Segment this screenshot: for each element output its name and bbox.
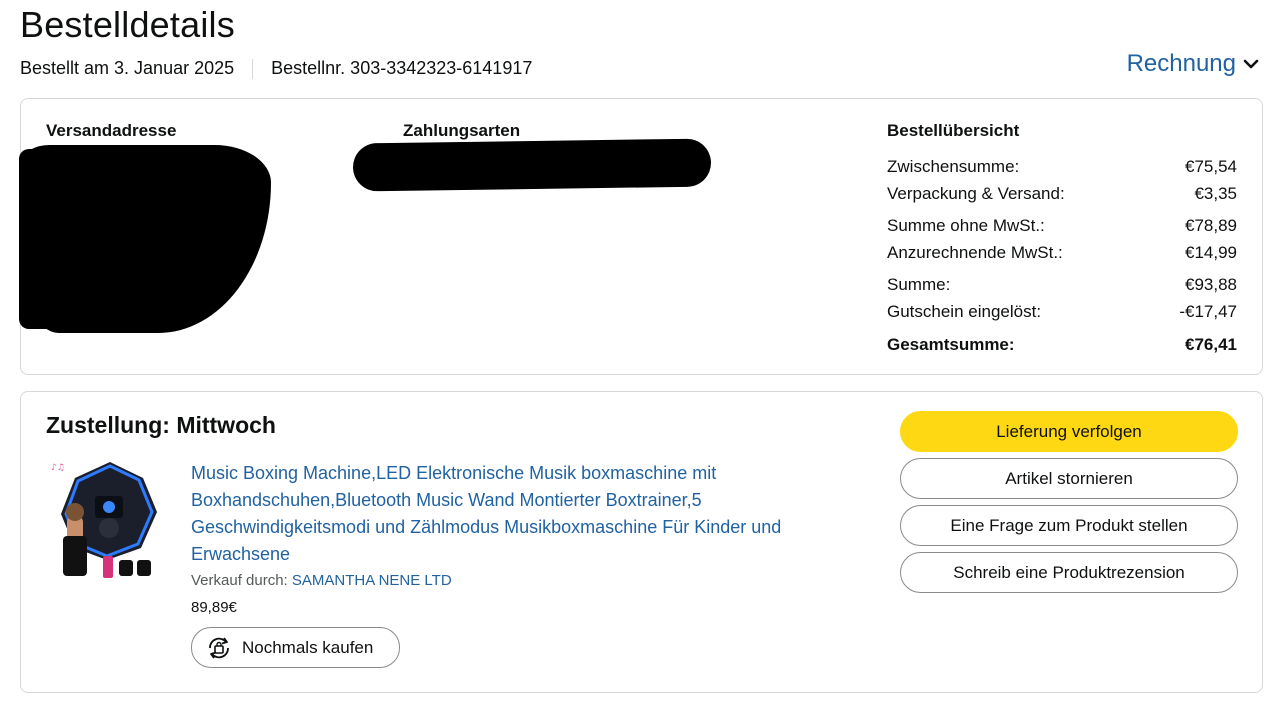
buy-again-button[interactable]: Nochmals kaufen bbox=[191, 627, 400, 668]
shipping-address-heading: Versandadresse bbox=[46, 121, 177, 140]
summary-row-shipping: Verpackung & Versand: €3,35 bbox=[887, 180, 1237, 207]
chevron-down-icon bbox=[1243, 59, 1259, 69]
summary-label: Gutschein eingelöst: bbox=[887, 301, 1042, 321]
track-package-button[interactable]: Lieferung verfolgen bbox=[900, 411, 1238, 452]
summary-label: Summe: bbox=[887, 274, 951, 294]
redacted-payment bbox=[352, 138, 712, 192]
summary-row-vat: Anzurechnende MwSt.: €14,99 bbox=[887, 239, 1237, 266]
summary-label: Verpackung & Versand: bbox=[887, 183, 1065, 203]
ask-question-button[interactable]: Eine Frage zum Produkt stellen bbox=[900, 505, 1238, 546]
invoice-label: Rechnung bbox=[1126, 50, 1236, 77]
write-review-button[interactable]: Schreib eine Produktrezension bbox=[900, 552, 1238, 593]
order-summary-heading: Bestellübersicht bbox=[887, 121, 1020, 140]
product-title-link[interactable]: Music Boxing Machine,LED Elektronische M… bbox=[191, 460, 841, 568]
summary-row-sum: Summe: €93,88 bbox=[887, 271, 1237, 298]
product-image[interactable]: ♪♫ bbox=[45, 456, 175, 586]
page-title: Bestelldetails bbox=[20, 4, 235, 45]
delivery-box: Zustellung: Mittwoch ♪♫ Music Boxing Mac… bbox=[20, 391, 1263, 693]
redacted-address-part bbox=[19, 149, 89, 329]
seller-prefix: Verkauf durch: bbox=[191, 572, 288, 589]
summary-row-total: Gesamtsumme: €76,41 bbox=[887, 331, 1237, 358]
product-price: 89,89€ bbox=[191, 599, 237, 616]
summary-row-net: Summe ohne MwSt.: €78,89 bbox=[887, 212, 1237, 239]
delivery-title: Zustellung: Mittwoch bbox=[46, 412, 276, 438]
meta-divider bbox=[252, 58, 254, 79]
order-meta: Bestellt am 3. Januar 2025 Bestellnr. 30… bbox=[20, 58, 532, 79]
summary-value: €3,35 bbox=[1194, 183, 1237, 203]
summary-row-subtotal: Zwischensumme: €75,54 bbox=[887, 153, 1237, 180]
delivery-actions: Lieferung verfolgen Artikel stornieren E… bbox=[900, 411, 1238, 599]
summary-value: €14,99 bbox=[1185, 242, 1237, 262]
order-date: Bestellt am 3. Januar 2025 bbox=[20, 58, 235, 78]
summary-value: €93,88 bbox=[1185, 274, 1237, 294]
summary-label: Summe ohne MwSt.: bbox=[887, 215, 1045, 235]
summary-row-voucher: Gutschein eingelöst: -€17,47 bbox=[887, 298, 1237, 325]
order-number: Bestellnr. 303-3342323-6141917 bbox=[271, 58, 533, 78]
summary-value: €75,54 bbox=[1185, 156, 1237, 176]
cancel-item-button[interactable]: Artikel stornieren bbox=[900, 458, 1238, 499]
summary-label: Anzurechnende MwSt.: bbox=[887, 242, 1063, 262]
summary-total-value: €76,41 bbox=[1185, 334, 1237, 354]
svg-text:♪♫: ♪♫ bbox=[51, 463, 65, 473]
buy-again-label: Nochmals kaufen bbox=[242, 637, 374, 657]
seller-link[interactable]: SAMANTHA NENE LTD bbox=[292, 572, 452, 589]
summary-value: €78,89 bbox=[1185, 215, 1237, 235]
seller-line: Verkauf durch: SAMANTHA NENE LTD bbox=[191, 572, 452, 589]
summary-value: -€17,47 bbox=[1179, 301, 1237, 321]
payment-methods-heading: Zahlungsarten bbox=[403, 121, 521, 140]
reorder-bag-icon bbox=[204, 635, 234, 661]
order-summary: Bestellübersicht Zwischensumme: €75,54 V… bbox=[887, 121, 1237, 358]
summary-label: Zwischensumme: bbox=[887, 156, 1020, 176]
invoice-dropdown[interactable]: Rechnung bbox=[1127, 50, 1260, 78]
order-info-box: Versandadresse Zahlungsarten Bestellüber… bbox=[19, 98, 1263, 375]
summary-total-label: Gesamtsumme: bbox=[887, 334, 1015, 354]
